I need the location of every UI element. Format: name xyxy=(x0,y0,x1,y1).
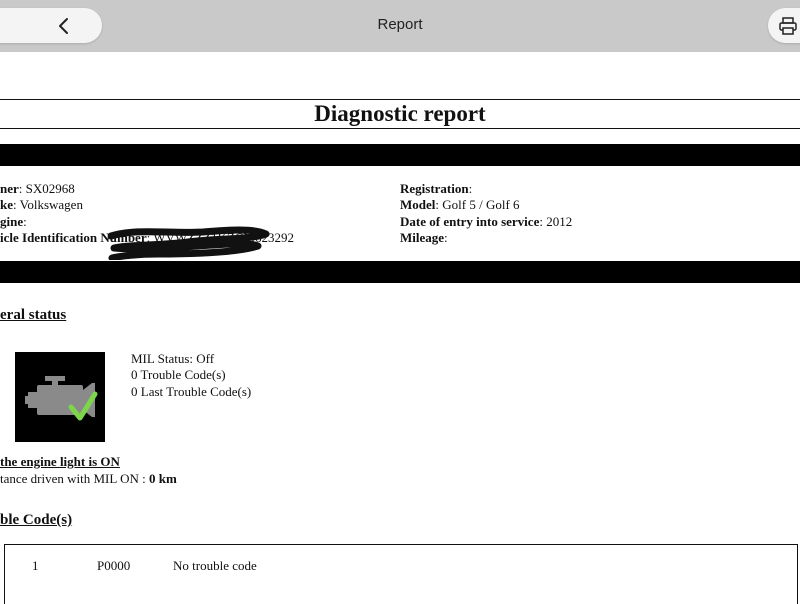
trouble-codes-heading: ble Code(s) xyxy=(0,512,73,528)
owner-row: ner: SX02968 xyxy=(0,181,75,196)
trouble-codes-table: 1 P0000 No trouble code xyxy=(4,544,798,604)
page-title: Report xyxy=(377,16,423,33)
printer-icon xyxy=(779,17,797,35)
section-band-vehicle xyxy=(0,144,800,166)
title-rule-bottom xyxy=(0,128,800,129)
mil-status: MIL Status: Off xyxy=(131,351,215,366)
engine-status-image xyxy=(15,352,105,442)
code-index: 1 xyxy=(32,558,39,573)
service-date-row: Date of entry into service: 2012 xyxy=(400,213,573,229)
title-rule-top xyxy=(0,99,800,100)
registration-row: Registration: xyxy=(400,181,473,196)
engine-icon xyxy=(25,376,98,421)
mil-distance-value: 0 km xyxy=(148,471,177,486)
redaction-scribble xyxy=(108,226,270,260)
trouble-code-count: 0 Trouble Code(s) xyxy=(131,367,226,383)
mileage-row: Mileage: xyxy=(400,229,448,245)
code-value: P0000 xyxy=(97,558,131,573)
mil-distance: tance driven with MIL ON : 0 km xyxy=(0,471,177,486)
make-row: ke: Volkswagen xyxy=(0,197,83,213)
status-summary: MIL Status: Off 0 Trouble Code(s) 0 Last… xyxy=(131,351,251,400)
last-trouble-code-count: 0 Last Trouble Code(s) xyxy=(131,383,252,399)
general-status-heading: eral status xyxy=(0,307,67,323)
top-nav-bar: Report xyxy=(0,0,800,52)
engine-light-heading: the engine light is ON xyxy=(0,454,120,469)
section-band-status xyxy=(0,261,800,283)
report-title: Diagnostic report xyxy=(314,101,486,126)
model-row: Model: Golf 5 / Golf 6 xyxy=(400,197,520,213)
vehicle-info-right: Registration: Model: Golf 5 / Golf 6 Dat… xyxy=(400,181,572,246)
print-button[interactable] xyxy=(768,8,800,43)
code-description: No trouble code xyxy=(173,558,257,573)
